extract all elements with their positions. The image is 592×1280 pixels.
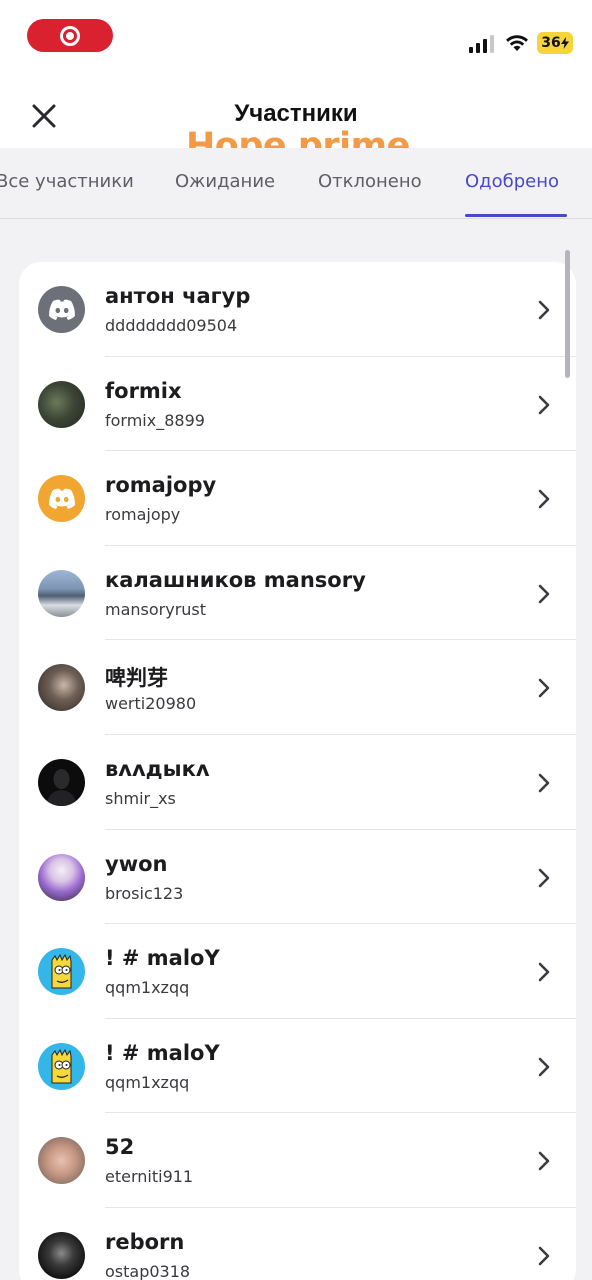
- member-display-name: ywon: [105, 851, 168, 876]
- tab-rejected[interactable]: Отклонено: [318, 171, 422, 192]
- chevron-right-icon: [538, 489, 550, 509]
- cartoon-avatar: [38, 948, 85, 996]
- member-display-name: 52: [105, 1135, 135, 1160]
- member-row[interactable]: ! # maloY qqm1xzqq: [19, 924, 576, 1019]
- chevron-right-icon: [538, 1057, 550, 1077]
- member-row[interactable]: 52 eterniti911: [19, 1113, 576, 1208]
- member-username: shmir_xs: [105, 789, 176, 808]
- photo-avatar: [38, 1137, 85, 1185]
- member-row[interactable]: антон чагур dddddddd09504: [19, 262, 576, 357]
- tab-pending[interactable]: Ожидание: [175, 171, 275, 192]
- battery-indicator: 36: [537, 32, 573, 54]
- member-list: антон чагур dddddddd09504 formix formix_…: [19, 262, 576, 1280]
- discord-gray-avatar: [38, 286, 85, 333]
- member-display-name: romajopy: [105, 473, 217, 498]
- chevron-right-icon: [538, 773, 550, 793]
- member-username: ostap0318: [105, 1262, 191, 1280]
- member-username: qqm1xzqq: [105, 978, 190, 998]
- member-display-name: reborn: [105, 1230, 185, 1254]
- screen-recording-indicator[interactable]: [27, 19, 113, 52]
- member-row[interactable]: 啤判芽 werti20980: [19, 640, 576, 735]
- cartoon-character-icon: [51, 954, 72, 989]
- member-row[interactable]: ʙʌʌдыкʌ shmir_xs: [19, 735, 576, 830]
- member-row[interactable]: reborn ostap0318: [19, 1208, 576, 1280]
- member-row[interactable]: калашников mansory mansoryrust: [19, 546, 576, 641]
- cartoon-avatar: [38, 1042, 85, 1090]
- member-username: formix_8899: [105, 410, 205, 430]
- member-row[interactable]: ywon brosic123: [19, 830, 576, 925]
- discord-logo-icon: [48, 299, 75, 320]
- chevron-right-icon: [538, 395, 550, 414]
- chevron-right-icon: [538, 962, 550, 982]
- member-username: werti20980: [105, 694, 197, 714]
- member-username: qqm1xzqq: [105, 1072, 190, 1092]
- member-username: dddddddd09504: [105, 316, 238, 335]
- member-row[interactable]: formix formix_8899: [19, 357, 576, 452]
- record-icon: [60, 25, 80, 46]
- scrollbar[interactable]: [565, 250, 570, 378]
- photo-avatar: [38, 664, 85, 712]
- page-title: Участники: [234, 100, 358, 127]
- anime-avatar: [38, 853, 85, 901]
- chevron-right-icon: [538, 584, 550, 604]
- member-display-name: антон чагур: [105, 284, 251, 308]
- filter-tabs: Все участники Ожидание Отклонено Одобрен…: [0, 148, 592, 219]
- member-display-name: 啤判芽: [105, 666, 168, 691]
- member-row[interactable]: romajopy romajopy: [19, 451, 576, 546]
- tab-all-members[interactable]: Все участники: [0, 171, 134, 192]
- chevron-right-icon: [538, 1246, 550, 1266]
- cellular-signal-icon: [469, 35, 494, 53]
- charging-icon: [560, 37, 569, 49]
- person-silhouette-icon: [46, 769, 77, 806]
- photo-avatar: [38, 569, 85, 617]
- member-display-name: ʙʌʌдыкʌ: [105, 757, 210, 781]
- member-display-name: ! # maloY: [105, 946, 220, 971]
- member-username: eterniti911: [105, 1167, 194, 1187]
- header: Участники Hope prime: [0, 72, 592, 166]
- member-display-name: калашников mansory: [105, 567, 366, 592]
- battery-level: 36: [541, 35, 561, 51]
- chevron-right-icon: [538, 868, 550, 887]
- member-display-name: formix: [105, 378, 182, 403]
- chevron-right-icon: [538, 1152, 550, 1171]
- member-username: brosic123: [105, 883, 184, 903]
- photo-avatar: [38, 380, 85, 428]
- chevron-right-icon: [538, 300, 550, 320]
- cartoon-character-icon: [51, 1048, 72, 1084]
- silhouette-avatar: [38, 759, 85, 806]
- member-username: romajopy: [105, 505, 181, 525]
- discord-logo-icon: [48, 488, 75, 509]
- photo-avatar: [38, 1232, 85, 1279]
- member-row[interactable]: ! # maloY qqm1xzqq: [19, 1019, 576, 1114]
- member-username: mansoryrust: [105, 599, 207, 619]
- member-display-name: ! # maloY: [105, 1040, 220, 1065]
- status-bar: 36: [0, 0, 592, 72]
- discord-orange-avatar: [38, 475, 85, 523]
- active-tab-indicator: [465, 214, 567, 217]
- tab-approved[interactable]: Одобрено: [465, 171, 559, 192]
- wifi-icon: [506, 35, 528, 51]
- chevron-right-icon: [538, 679, 550, 698]
